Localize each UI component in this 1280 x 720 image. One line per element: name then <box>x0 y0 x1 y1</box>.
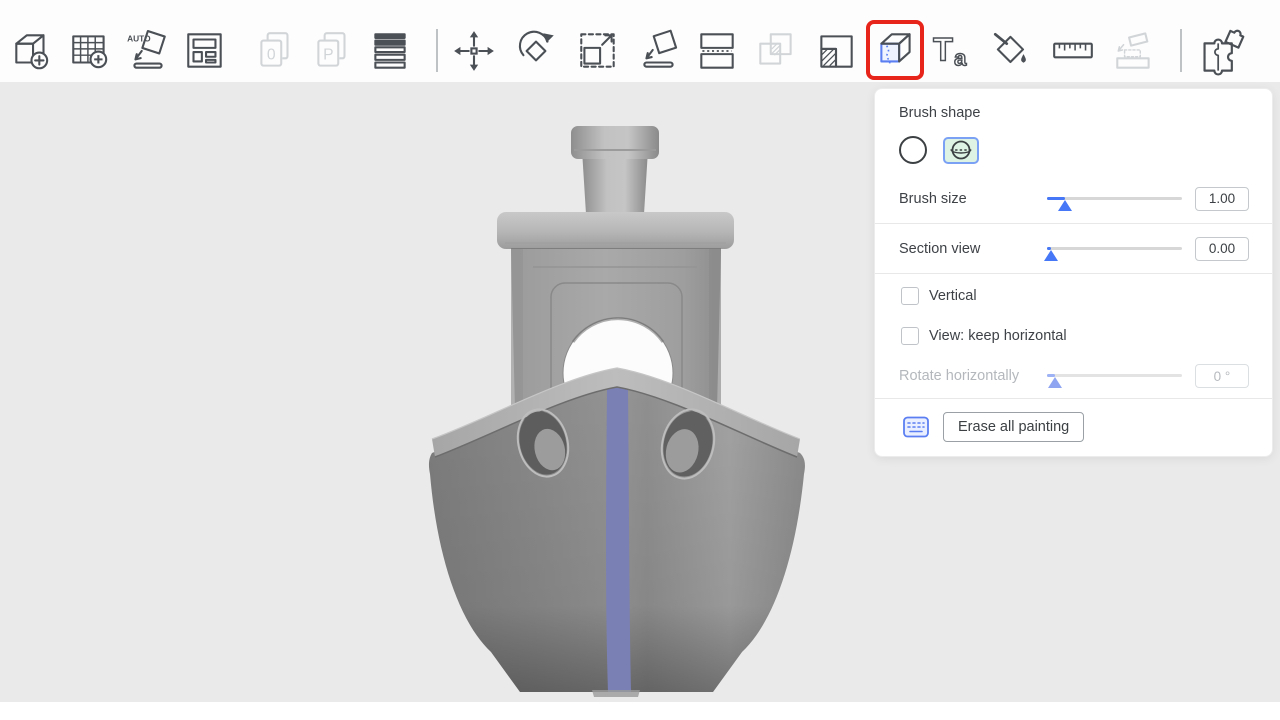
section-view-row: Section view <box>875 226 1272 271</box>
svg-text:P: P <box>323 46 333 63</box>
slider-thumb <box>1048 377 1062 388</box>
divider <box>875 398 1272 399</box>
seam-painting-icon[interactable] <box>872 24 920 78</box>
vertical-checkbox-row[interactable]: Vertical <box>875 276 1272 316</box>
top-toolbar: AUTO 0 P <box>0 0 1280 82</box>
scale-icon[interactable] <box>574 24 622 78</box>
keyboard-shortcut-icon[interactable] <box>903 416 929 438</box>
sphere-brush-icon <box>949 138 973 162</box>
brush-size-value[interactable] <box>1195 187 1249 211</box>
sphere-brush-option-selected[interactable] <box>943 137 979 164</box>
slider-track <box>1047 374 1182 377</box>
slider-thumb[interactable] <box>1044 250 1058 261</box>
split-to-objects-icon: 0 <box>252 24 300 78</box>
brush-size-row: Brush size <box>875 176 1272 221</box>
assemble-view-icon[interactable] <box>1198 24 1246 78</box>
text-tool-icon[interactable]: T a <box>928 24 976 78</box>
brush-shape-options <box>899 134 1272 166</box>
erase-row: Erase all painting <box>875 412 1272 442</box>
rotate-horizontally-label: Rotate horizontally <box>899 368 1047 384</box>
brush-shape-label: Brush shape <box>899 105 1272 121</box>
arrange-icon[interactable] <box>181 24 229 78</box>
slider-thumb[interactable] <box>1058 200 1072 211</box>
vertical-label: Vertical <box>929 288 977 304</box>
seam-painting-panel: Brush shape Brush size Section view <box>874 88 1273 457</box>
slider-track <box>1047 247 1182 250</box>
rotate-horizontally-row: Rotate horizontally <box>875 356 1272 396</box>
erase-all-painting-button[interactable]: Erase all painting <box>943 412 1084 442</box>
vertical-checkbox[interactable] <box>901 287 919 305</box>
divider <box>875 223 1272 224</box>
divider <box>875 273 1272 274</box>
circle-brush-option[interactable] <box>899 136 927 164</box>
mesh-boolean-icon <box>752 24 800 78</box>
add-object-icon[interactable] <box>8 24 56 78</box>
view-keep-horizontal-checkbox[interactable] <box>901 327 919 345</box>
rotate-horizontally-value <box>1195 364 1249 388</box>
section-view-value[interactable] <box>1195 237 1249 261</box>
move-icon[interactable] <box>450 24 498 78</box>
svg-text:T: T <box>933 31 953 67</box>
view-keep-horizontal-label: View: keep horizontal <box>929 328 1067 344</box>
split-to-parts-icon: P <box>309 24 357 78</box>
brush-size-slider[interactable] <box>1047 187 1182 211</box>
cut-icon[interactable] <box>693 24 741 78</box>
svg-text:a: a <box>954 46 967 71</box>
rotate-icon[interactable] <box>512 24 560 78</box>
color-painting-icon[interactable] <box>988 24 1036 78</box>
auto-orient-icon[interactable]: AUTO <box>124 24 172 78</box>
toolbar-separator <box>436 29 438 72</box>
measure-icon[interactable] <box>1049 24 1097 78</box>
section-view-slider[interactable] <box>1047 237 1182 261</box>
svg-text:0: 0 <box>267 46 276 63</box>
variable-layer-height-icon[interactable] <box>366 24 414 78</box>
toolbar-separator <box>1180 29 1182 72</box>
brush-size-label: Brush size <box>899 191 1047 207</box>
view-keep-horizontal-checkbox-row[interactable]: View: keep horizontal <box>875 316 1272 356</box>
rotate-horizontally-slider <box>1047 364 1182 388</box>
assembly-icon <box>1110 24 1158 78</box>
section-view-label: Section view <box>899 241 1047 257</box>
support-painting-icon[interactable] <box>812 24 860 78</box>
place-on-face-icon[interactable] <box>635 24 683 78</box>
add-plate-icon[interactable] <box>66 24 114 78</box>
